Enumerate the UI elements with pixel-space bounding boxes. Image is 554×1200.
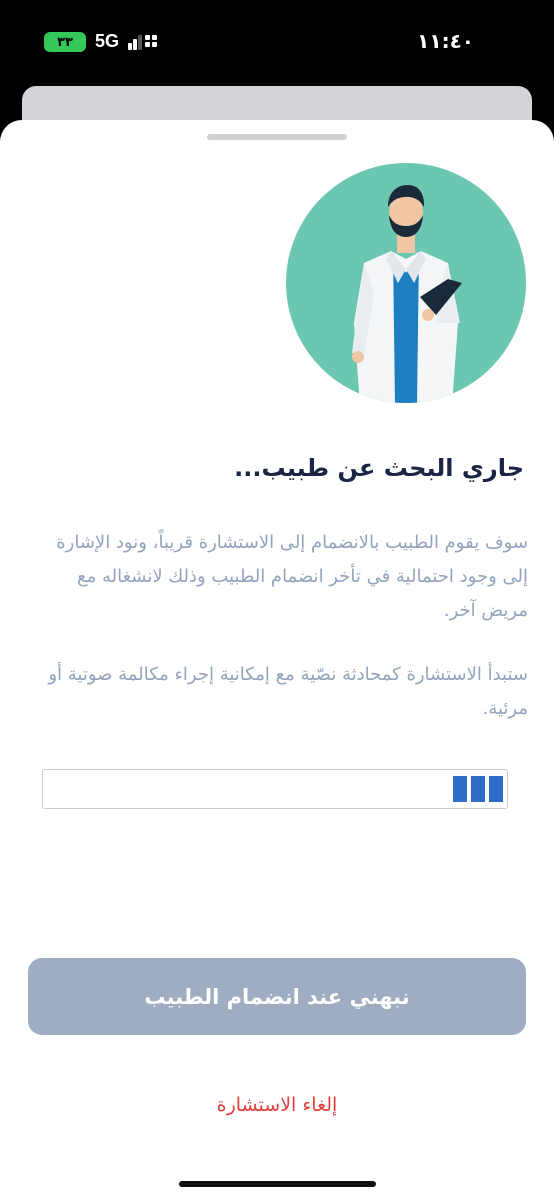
- battery-level: ٣٣: [57, 34, 73, 50]
- progress-segment: [489, 776, 503, 802]
- sheet-grabber[interactable]: [207, 134, 347, 140]
- signal-icon: [128, 32, 142, 50]
- search-progress-bar: [42, 769, 508, 809]
- home-indicator: [179, 1181, 376, 1187]
- dual-sim-icon: [145, 35, 159, 49]
- bottom-sheet: جاري البحث عن طبيب... سوف يقوم الطبيب با…: [0, 120, 554, 1200]
- cancel-consultation-link[interactable]: إلغاء الاستشارة: [0, 1094, 554, 1116]
- network-type: 5G: [95, 31, 120, 51]
- battery-icon: ٣٣: [44, 32, 86, 52]
- searching-title: جاري البحث عن طبيب...: [234, 454, 524, 482]
- status-bar: ٣٣ 5G ١١:٤٠: [0, 0, 554, 86]
- notify-when-doctor-joins-button[interactable]: نبهني عند انضمام الطبيب: [28, 958, 526, 1035]
- consultation-info: ستبدأ الاستشارة كمحادثة نصّية مع إمكانية…: [48, 664, 528, 719]
- progress-segment: [471, 776, 485, 802]
- doctor-illustration: [286, 163, 526, 403]
- delay-notice: سوف يقوم الطبيب بالانضمام إلى الاستشارة …: [56, 532, 528, 621]
- clock: ١١:٤٠: [417, 29, 474, 53]
- progress-segment: [453, 776, 467, 802]
- progress-fill: [453, 776, 503, 802]
